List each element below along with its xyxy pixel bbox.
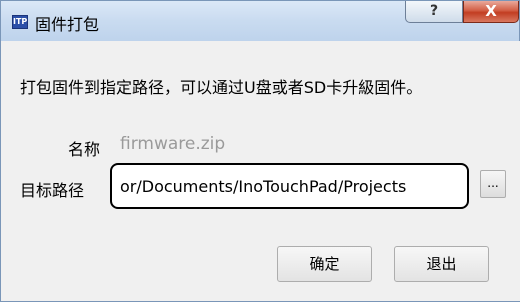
close-button[interactable]: X	[463, 1, 519, 23]
target-path-label: 目标路径	[20, 181, 85, 200]
exit-button[interactable]: 退出	[394, 246, 489, 282]
target-path-input[interactable]	[110, 163, 469, 209]
title-bar[interactable]: ITP 固件打包 ? X	[1, 1, 519, 41]
package-firmware-dialog: ITP 固件打包 ? X 打包固件到指定路径，可以通过U盘或者SD卡升級固件。 …	[0, 0, 520, 302]
window-title: 固件打包	[35, 15, 100, 34]
file-name-field: firmware.zip	[120, 134, 226, 154]
dialog-body: 打包固件到指定路径，可以通过U盘或者SD卡升級固件。 名称 firmware.z…	[2, 41, 520, 301]
help-button[interactable]: ?	[405, 1, 463, 23]
app-icon: ITP	[12, 15, 28, 29]
name-label: 名称	[68, 140, 101, 159]
ok-button[interactable]: 确定	[277, 246, 372, 282]
description-text: 打包固件到指定路径，可以通过U盘或者SD卡升級固件。	[20, 78, 423, 97]
browse-button[interactable]: ...	[480, 170, 506, 198]
